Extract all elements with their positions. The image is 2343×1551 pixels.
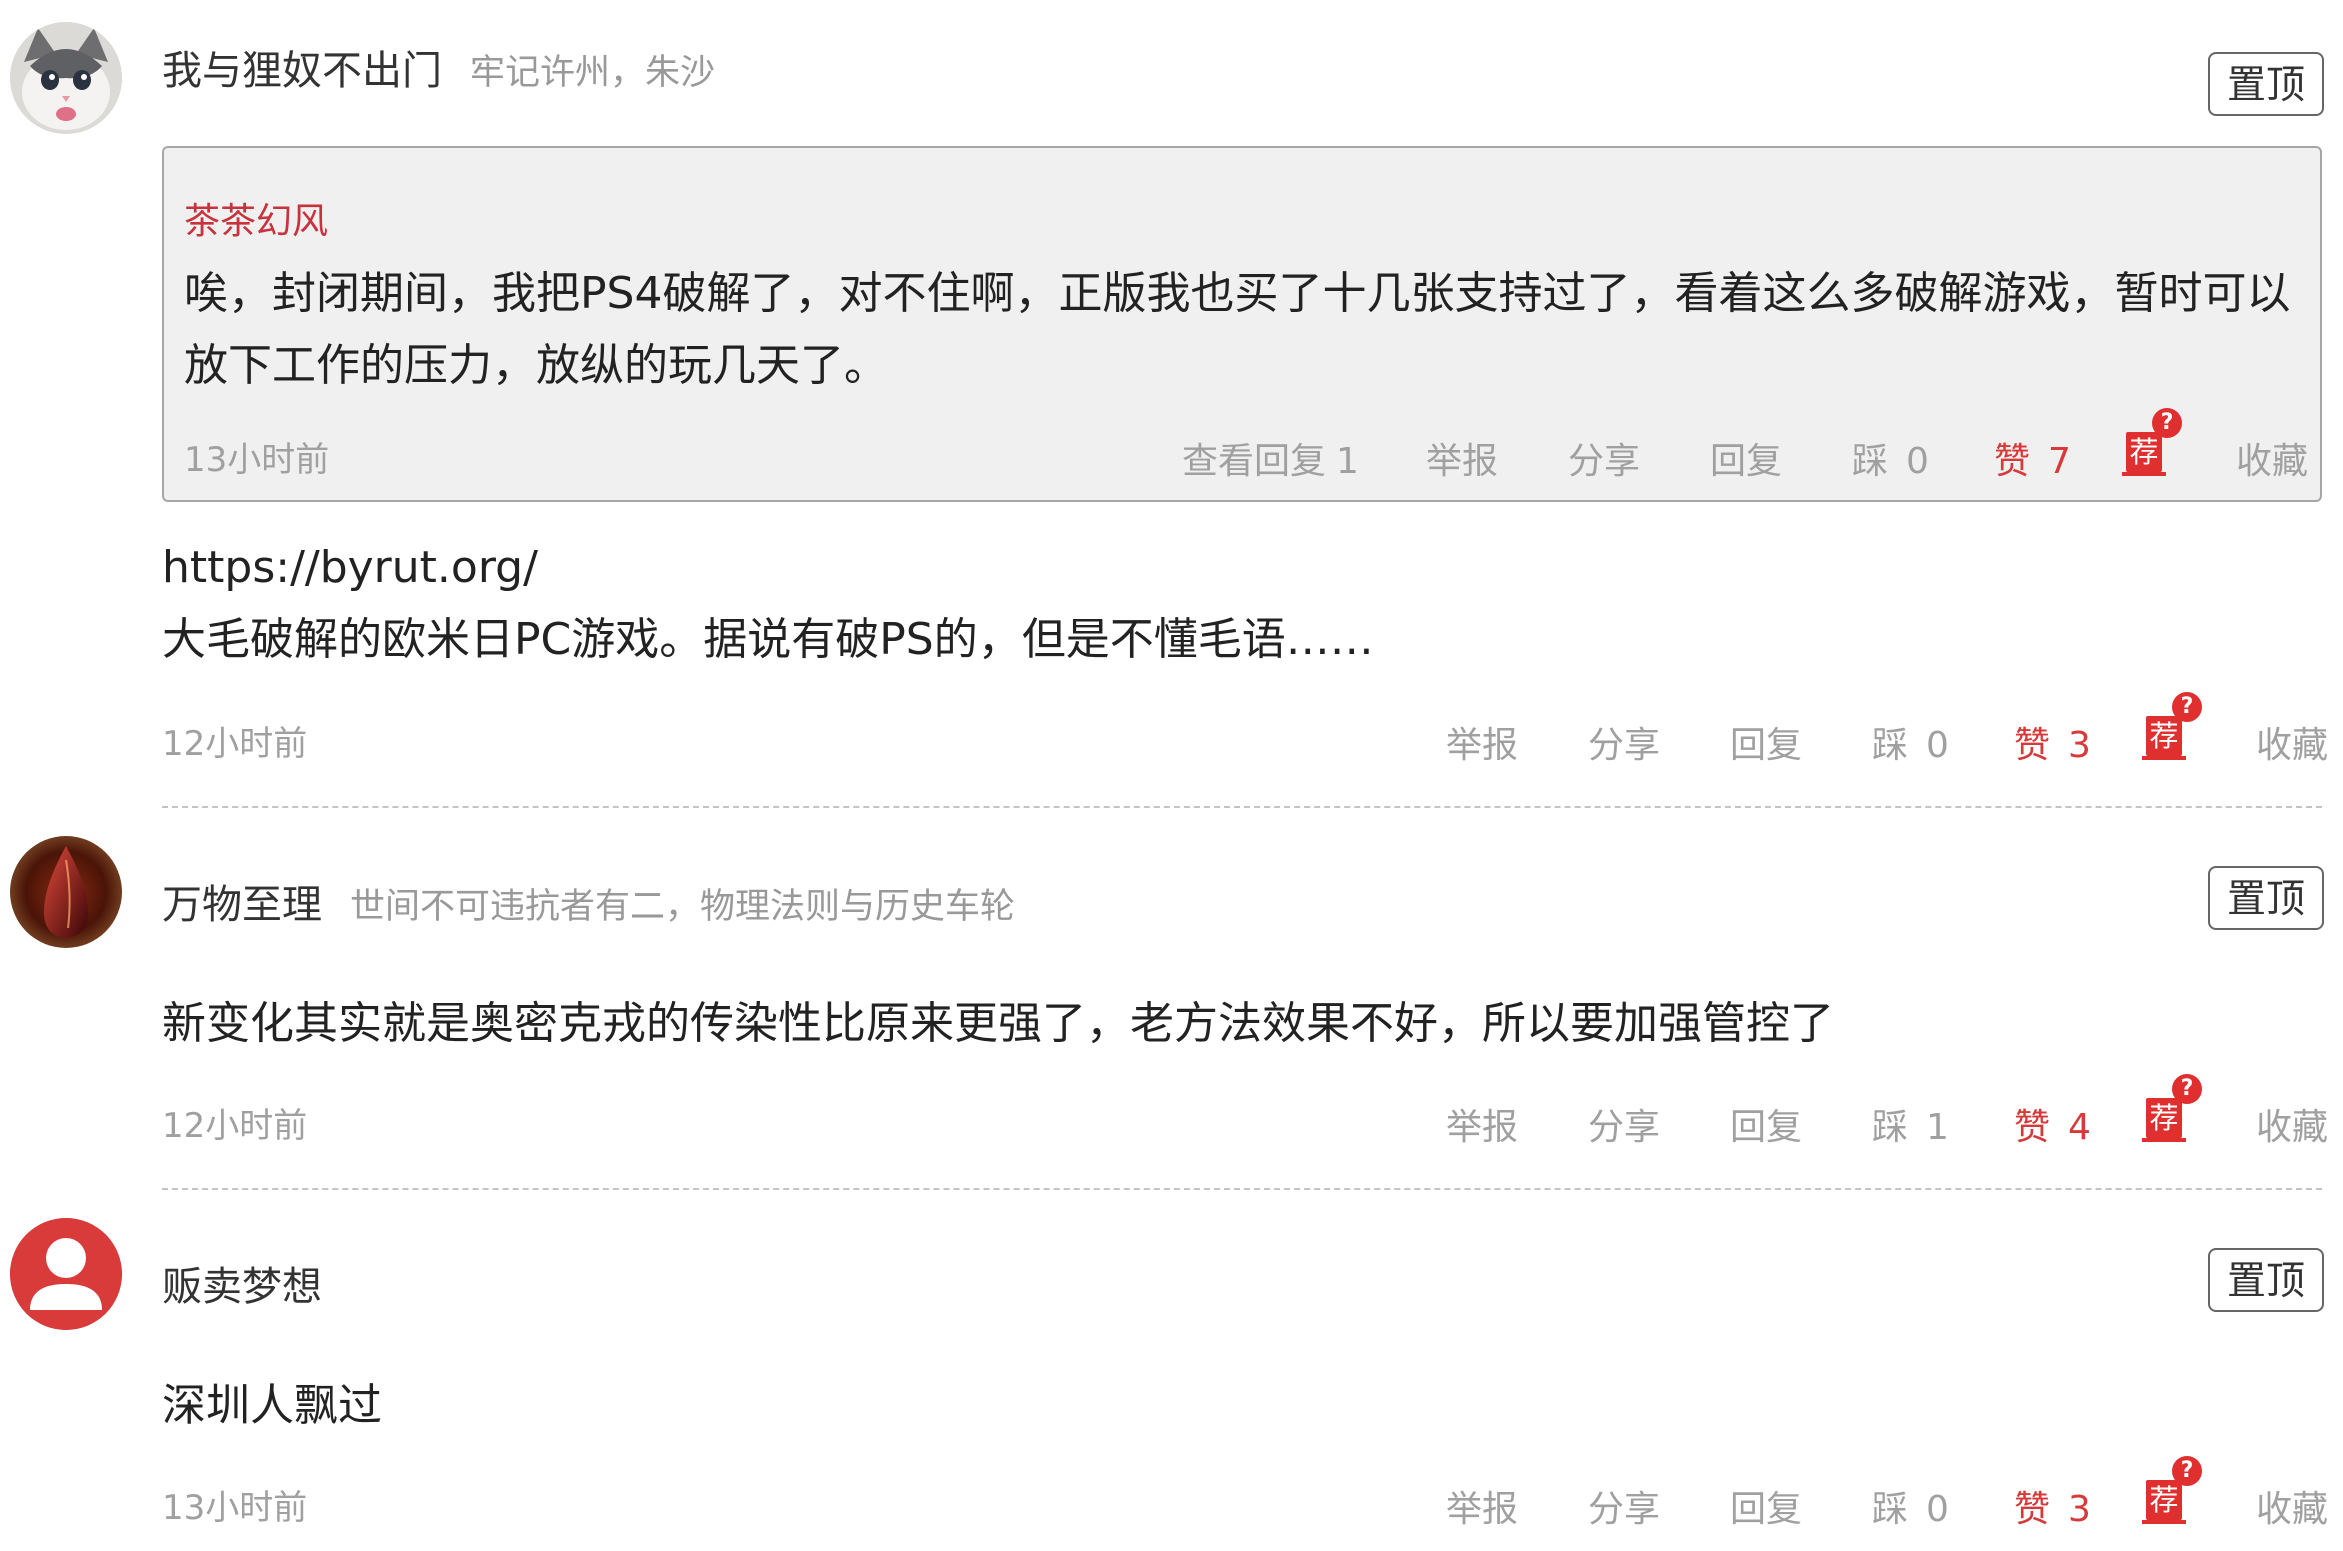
reply-button[interactable]: 回复 <box>1730 1480 1802 1532</box>
dislike-count: 0 <box>1926 1489 1949 1530</box>
dislike-button[interactable]: 踩1 <box>1872 1098 1949 1150</box>
username[interactable]: 贩卖梦想 <box>162 1254 322 1312</box>
dislike-label: 踩 <box>1872 1107 1909 1148</box>
comment-text-line[interactable]: https://byrut.org/ <box>162 532 1374 604</box>
dislike-count: 1 <box>1926 1107 1949 1148</box>
comment-text: https://byrut.org/ 大毛破解的欧米日PC游戏。据说有破PS的，… <box>162 532 1374 676</box>
comment-divider <box>162 806 2322 808</box>
username[interactable]: 我与狸奴不出门 牢记许州，朱沙 <box>162 38 715 96</box>
like-label: 赞 <box>1994 441 2031 482</box>
view-replies-count: 1 <box>1336 441 1359 482</box>
recommend-label: 荐 <box>2142 716 2186 760</box>
recommend-label: 荐 <box>2142 1480 2186 1524</box>
comment-actions: 举报 分享 回复 踩1 赞4 荐? 收藏 <box>162 1074 2328 1150</box>
report-button[interactable]: 举报 <box>1426 432 1498 484</box>
comment-actions: 举报 分享 回复 踩0 赞3 荐? 收藏 <box>162 692 2328 768</box>
share-button[interactable]: 分享 <box>1588 716 1660 768</box>
dislike-count: 0 <box>1906 441 1929 482</box>
favorite-button[interactable]: 收藏 <box>2256 1480 2328 1532</box>
share-button[interactable]: 分享 <box>1588 1480 1660 1532</box>
like-button[interactable]: 赞4 <box>2014 1098 2091 1150</box>
dislike-button[interactable]: 踩0 <box>1872 1480 1949 1532</box>
username-text[interactable]: 万物至理 <box>162 882 322 928</box>
like-label: 赞 <box>2014 725 2051 766</box>
share-button[interactable]: 分享 <box>1588 1098 1660 1150</box>
dislike-label: 踩 <box>1872 1489 1909 1530</box>
user-signature: 世间不可违抗者有二，物理法则与历史车轮 <box>350 887 1016 927</box>
recommend-icon[interactable]: 荐? <box>2142 1074 2202 1142</box>
question-icon: ? <box>2172 1074 2202 1104</box>
comment-divider <box>162 1188 2322 1190</box>
question-icon: ? <box>2172 692 2202 722</box>
default-user-avatar-icon <box>10 1218 122 1330</box>
blood-drop-avatar-icon <box>10 836 122 948</box>
view-replies-button[interactable]: 查看回复 1 <box>1182 432 1359 484</box>
quoted-comment: 茶茶幻风 唉，封闭期间，我把PS4破解了，对不住啊，正版我也买了十几张支持过了，… <box>162 146 2322 502</box>
comment-text: 新变化其实就是奥密克戎的传染性比原来更强了，老方法效果不好，所以要加强管控了 <box>162 988 1834 1060</box>
dislike-label: 踩 <box>1872 725 1909 766</box>
like-label: 赞 <box>2014 1489 2051 1530</box>
comment-text: 深圳人飘过 <box>162 1370 382 1442</box>
favorite-button[interactable]: 收藏 <box>2256 1098 2328 1150</box>
username-text[interactable]: 我与狸奴不出门 <box>162 48 442 94</box>
question-icon: ? <box>2172 1456 2202 1486</box>
question-icon: ? <box>2152 408 2182 438</box>
avatar[interactable] <box>10 22 122 134</box>
share-button[interactable]: 分享 <box>1568 432 1640 484</box>
dislike-count: 0 <box>1926 725 1949 766</box>
like-button[interactable]: 赞3 <box>2014 1480 2091 1532</box>
comment-actions: 举报 分享 回复 踩0 赞3 荐? 收藏 <box>162 1456 2328 1532</box>
comment-text-line: 新变化其实就是奥密克戎的传染性比原来更强了，老方法效果不好，所以要加强管控了 <box>162 998 1834 1049</box>
like-count: 3 <box>2068 1489 2091 1530</box>
like-count: 4 <box>2068 1107 2091 1148</box>
recommend-label: 荐 <box>2122 432 2166 476</box>
favorite-button[interactable]: 收藏 <box>2256 716 2328 768</box>
quote-author[interactable]: 茶茶幻风 <box>184 192 328 244</box>
like-count: 3 <box>2068 725 2091 766</box>
favorite-button[interactable]: 收藏 <box>2236 432 2308 484</box>
pin-button[interactable]: 置顶 <box>2208 1248 2324 1312</box>
avatar[interactable] <box>10 1218 122 1330</box>
cat-avatar-icon <box>10 22 122 134</box>
username[interactable]: 万物至理 世间不可违抗者有二，物理法则与历史车轮 <box>162 872 1015 930</box>
pin-button[interactable]: 置顶 <box>2208 866 2324 930</box>
comment-text-line: 深圳人飘过 <box>162 1380 382 1431</box>
recommend-icon[interactable]: 荐? <box>2142 1456 2202 1524</box>
reply-button[interactable]: 回复 <box>1730 716 1802 768</box>
user-signature: 牢记许州，朱沙 <box>470 53 716 93</box>
report-button[interactable]: 举报 <box>1446 1098 1518 1150</box>
comment-text-line: 大毛破解的欧米日PC游戏。据说有破PS的，但是不懂毛语…… <box>162 614 1374 665</box>
quote-actions: 查看回复 1 举报 分享 回复 踩0 赞7 荐? 收藏 <box>164 408 2324 484</box>
like-count: 7 <box>2048 441 2071 482</box>
reply-button[interactable]: 回复 <box>1710 432 1782 484</box>
pin-button[interactable]: 置顶 <box>2208 52 2324 116</box>
like-button[interactable]: 赞3 <box>2014 716 2091 768</box>
like-label: 赞 <box>2014 1107 2051 1148</box>
recommend-icon[interactable]: 荐? <box>2122 408 2182 476</box>
recommend-label: 荐 <box>2142 1098 2186 1142</box>
dislike-button[interactable]: 踩0 <box>1852 432 1929 484</box>
dislike-button[interactable]: 踩0 <box>1872 716 1949 768</box>
view-replies-label: 查看回复 <box>1182 441 1327 482</box>
report-button[interactable]: 举报 <box>1446 716 1518 768</box>
dislike-label: 踩 <box>1852 441 1889 482</box>
reply-button[interactable]: 回复 <box>1730 1098 1802 1150</box>
username-text[interactable]: 贩卖梦想 <box>162 1264 322 1310</box>
quote-text: 唉，封闭期间，我把PS4破解了，对不住啊，正版我也买了十几张支持过了，看着这么多… <box>184 268 2291 391</box>
like-button[interactable]: 赞7 <box>1994 432 2071 484</box>
recommend-icon[interactable]: 荐? <box>2142 692 2202 760</box>
report-button[interactable]: 举报 <box>1446 1480 1518 1532</box>
avatar[interactable] <box>10 836 122 948</box>
